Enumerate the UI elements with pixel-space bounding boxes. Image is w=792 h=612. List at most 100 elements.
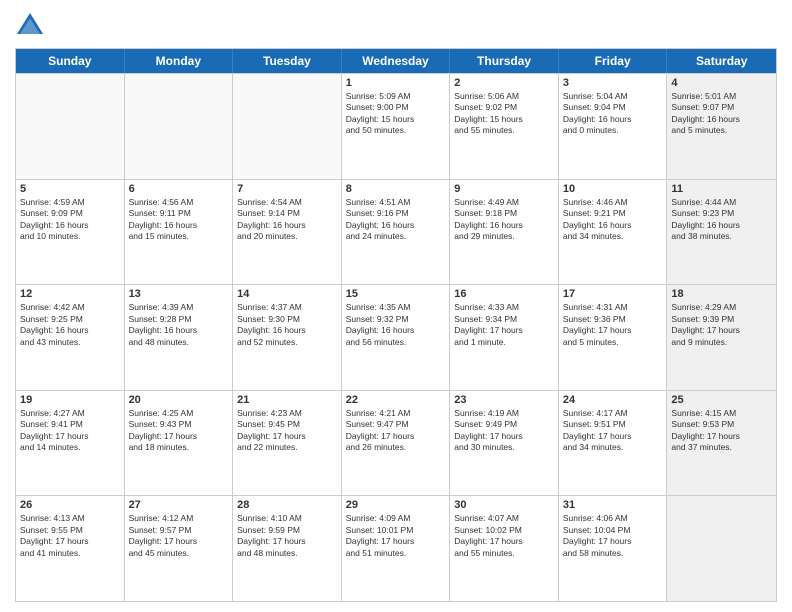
- calendar-cell: 29 Sunrise: 4:09 AM Sunset: 10:01 PM Dayl…: [342, 496, 451, 601]
- day-number: 24: [563, 394, 663, 406]
- calendar-cell: 5Sunrise: 4:59 AM Sunset: 9:09 PM Daylig…: [16, 180, 125, 285]
- day-number: 30: [454, 499, 554, 511]
- calendar-cell: 1 Sunrise: 5:09 AM Sunset: 9:00 PM Daylig…: [342, 74, 451, 179]
- logo-icon: [15, 10, 45, 40]
- day-number: 23: [454, 394, 554, 406]
- calendar-cell: 21 Sunrise: 4:23 AM Sunset: 9:45 PM Dayli…: [233, 391, 342, 496]
- calendar-cell: 2 Sunrise: 5:06 AM Sunset: 9:02 PM Daylig…: [450, 74, 559, 179]
- calendar-cell: 8 Sunrise: 4:51 AM Sunset: 9:16 PM Daylig…: [342, 180, 451, 285]
- day-number: 22: [346, 394, 446, 406]
- cell-text: Sunrise: 5:06 AM Sunset: 9:02 PM Dayligh…: [454, 91, 554, 137]
- calendar-cell: [16, 74, 125, 179]
- day-number: 3: [563, 77, 663, 89]
- calendar-row-0: 1 Sunrise: 5:09 AM Sunset: 9:00 PM Daylig…: [16, 73, 776, 179]
- header-day-monday: Monday: [125, 49, 234, 73]
- calendar-cell: 23Sunrise: 4:19 AM Sunset: 9:49 PM Dayli…: [450, 391, 559, 496]
- day-number: 25: [671, 394, 772, 406]
- calendar-cell: 18 Sunrise: 4:29 AM Sunset: 9:39 PM Dayli…: [667, 285, 776, 390]
- cell-text: Sunrise: 4:51 AM Sunset: 9:16 PM Dayligh…: [346, 197, 446, 243]
- calendar-cell: 11 Sunrise: 4:44 AM Sunset: 9:23 PM Dayli…: [667, 180, 776, 285]
- calendar-cell: 19Sunrise: 4:27 AM Sunset: 9:41 PM Dayli…: [16, 391, 125, 496]
- calendar-row-4: 26 Sunrise: 4:13 AM Sunset: 9:55 PM Dayli…: [16, 495, 776, 601]
- calendar-cell: 6Sunrise: 4:56 AM Sunset: 9:11 PM Daylig…: [125, 180, 234, 285]
- header-day-wednesday: Wednesday: [342, 49, 451, 73]
- day-number: 13: [129, 288, 229, 300]
- day-number: 2: [454, 77, 554, 89]
- cell-text: Sunrise: 4:35 AM Sunset: 9:32 PM Dayligh…: [346, 302, 446, 348]
- day-number: 21: [237, 394, 337, 406]
- calendar-body: 1 Sunrise: 5:09 AM Sunset: 9:00 PM Daylig…: [16, 73, 776, 601]
- day-number: 18: [671, 288, 772, 300]
- calendar-cell: 28 Sunrise: 4:10 AM Sunset: 9:59 PM Dayli…: [233, 496, 342, 601]
- calendar-cell: 7Sunrise: 4:54 AM Sunset: 9:14 PM Daylig…: [233, 180, 342, 285]
- day-number: 8: [346, 183, 446, 195]
- calendar-cell: 31Sunrise: 4:06 AM Sunset: 10:04 PM Dayl…: [559, 496, 668, 601]
- calendar-cell: 10 Sunrise: 4:46 AM Sunset: 9:21 PM Dayli…: [559, 180, 668, 285]
- cell-text: Sunrise: 4:23 AM Sunset: 9:45 PM Dayligh…: [237, 408, 337, 454]
- calendar-cell: 26 Sunrise: 4:13 AM Sunset: 9:55 PM Dayli…: [16, 496, 125, 601]
- cell-text: Sunrise: 5:09 AM Sunset: 9:00 PM Dayligh…: [346, 91, 446, 137]
- cell-text: Sunrise: 5:04 AM Sunset: 9:04 PM Dayligh…: [563, 91, 663, 137]
- header: [15, 10, 777, 40]
- calendar-cell: [125, 74, 234, 179]
- calendar-cell: 14 Sunrise: 4:37 AM Sunset: 9:30 PM Dayli…: [233, 285, 342, 390]
- day-number: 10: [563, 183, 663, 195]
- day-number: 28: [237, 499, 337, 511]
- calendar-cell: 24 Sunrise: 4:17 AM Sunset: 9:51 PM Dayli…: [559, 391, 668, 496]
- calendar-cell: 16 Sunrise: 4:33 AM Sunset: 9:34 PM Dayli…: [450, 285, 559, 390]
- day-number: 1: [346, 77, 446, 89]
- calendar-cell: 12 Sunrise: 4:42 AM Sunset: 9:25 PM Dayli…: [16, 285, 125, 390]
- calendar-cell: 17 Sunrise: 4:31 AM Sunset: 9:36 PM Dayli…: [559, 285, 668, 390]
- cell-text: Sunrise: 4:21 AM Sunset: 9:47 PM Dayligh…: [346, 408, 446, 454]
- cell-text: Sunrise: 4:29 AM Sunset: 9:39 PM Dayligh…: [671, 302, 772, 348]
- cell-text: Sunrise: 4:13 AM Sunset: 9:55 PM Dayligh…: [20, 513, 120, 559]
- day-number: 11: [671, 183, 772, 195]
- day-number: 16: [454, 288, 554, 300]
- calendar-cell: [667, 496, 776, 601]
- cell-text: Sunrise: 4:31 AM Sunset: 9:36 PM Dayligh…: [563, 302, 663, 348]
- calendar-cell: 15 Sunrise: 4:35 AM Sunset: 9:32 PM Dayli…: [342, 285, 451, 390]
- cell-text: Sunrise: 4:09 AM Sunset: 10:01 PM Daylig…: [346, 513, 446, 559]
- cell-text: Sunrise: 4:37 AM Sunset: 9:30 PM Dayligh…: [237, 302, 337, 348]
- calendar: SundayMondayTuesdayWednesdayThursdayFrid…: [15, 48, 777, 602]
- cell-text: Sunrise: 4:42 AM Sunset: 9:25 PM Dayligh…: [20, 302, 120, 348]
- day-number: 14: [237, 288, 337, 300]
- header-day-sunday: Sunday: [16, 49, 125, 73]
- cell-text: Sunrise: 4:46 AM Sunset: 9:21 PM Dayligh…: [563, 197, 663, 243]
- day-number: 26: [20, 499, 120, 511]
- day-number: 29: [346, 499, 446, 511]
- calendar-row-3: 19Sunrise: 4:27 AM Sunset: 9:41 PM Dayli…: [16, 390, 776, 496]
- calendar-header: SundayMondayTuesdayWednesdayThursdayFrid…: [16, 49, 776, 73]
- calendar-row-2: 12 Sunrise: 4:42 AM Sunset: 9:25 PM Dayli…: [16, 284, 776, 390]
- cell-text: Sunrise: 4:07 AM Sunset: 10:02 PM Daylig…: [454, 513, 554, 559]
- header-day-friday: Friday: [559, 49, 668, 73]
- cell-text: Sunrise: 4:17 AM Sunset: 9:51 PM Dayligh…: [563, 408, 663, 454]
- cell-text: Sunrise: 4:10 AM Sunset: 9:59 PM Dayligh…: [237, 513, 337, 559]
- header-day-saturday: Saturday: [667, 49, 776, 73]
- day-number: 4: [671, 77, 772, 89]
- calendar-cell: 25Sunrise: 4:15 AM Sunset: 9:53 PM Dayli…: [667, 391, 776, 496]
- day-number: 27: [129, 499, 229, 511]
- calendar-cell: 3 Sunrise: 5:04 AM Sunset: 9:04 PM Daylig…: [559, 74, 668, 179]
- header-day-thursday: Thursday: [450, 49, 559, 73]
- cell-text: Sunrise: 4:44 AM Sunset: 9:23 PM Dayligh…: [671, 197, 772, 243]
- logo: [15, 10, 49, 40]
- cell-text: Sunrise: 4:49 AM Sunset: 9:18 PM Dayligh…: [454, 197, 554, 243]
- cell-text: Sunrise: 4:54 AM Sunset: 9:14 PM Dayligh…: [237, 197, 337, 243]
- cell-text: Sunrise: 4:33 AM Sunset: 9:34 PM Dayligh…: [454, 302, 554, 348]
- cell-text: Sunrise: 4:25 AM Sunset: 9:43 PM Dayligh…: [129, 408, 229, 454]
- day-number: 19: [20, 394, 120, 406]
- day-number: 15: [346, 288, 446, 300]
- day-number: 17: [563, 288, 663, 300]
- day-number: 6: [129, 183, 229, 195]
- calendar-cell: 13Sunrise: 4:39 AM Sunset: 9:28 PM Dayli…: [125, 285, 234, 390]
- day-number: 9: [454, 183, 554, 195]
- header-day-tuesday: Tuesday: [233, 49, 342, 73]
- cell-text: Sunrise: 5:01 AM Sunset: 9:07 PM Dayligh…: [671, 91, 772, 137]
- calendar-cell: 4 Sunrise: 5:01 AM Sunset: 9:07 PM Daylig…: [667, 74, 776, 179]
- calendar-cell: 27 Sunrise: 4:12 AM Sunset: 9:57 PM Dayli…: [125, 496, 234, 601]
- day-number: 12: [20, 288, 120, 300]
- calendar-cell: 30 Sunrise: 4:07 AM Sunset: 10:02 PM Dayl…: [450, 496, 559, 601]
- cell-text: Sunrise: 4:12 AM Sunset: 9:57 PM Dayligh…: [129, 513, 229, 559]
- calendar-row-1: 5Sunrise: 4:59 AM Sunset: 9:09 PM Daylig…: [16, 179, 776, 285]
